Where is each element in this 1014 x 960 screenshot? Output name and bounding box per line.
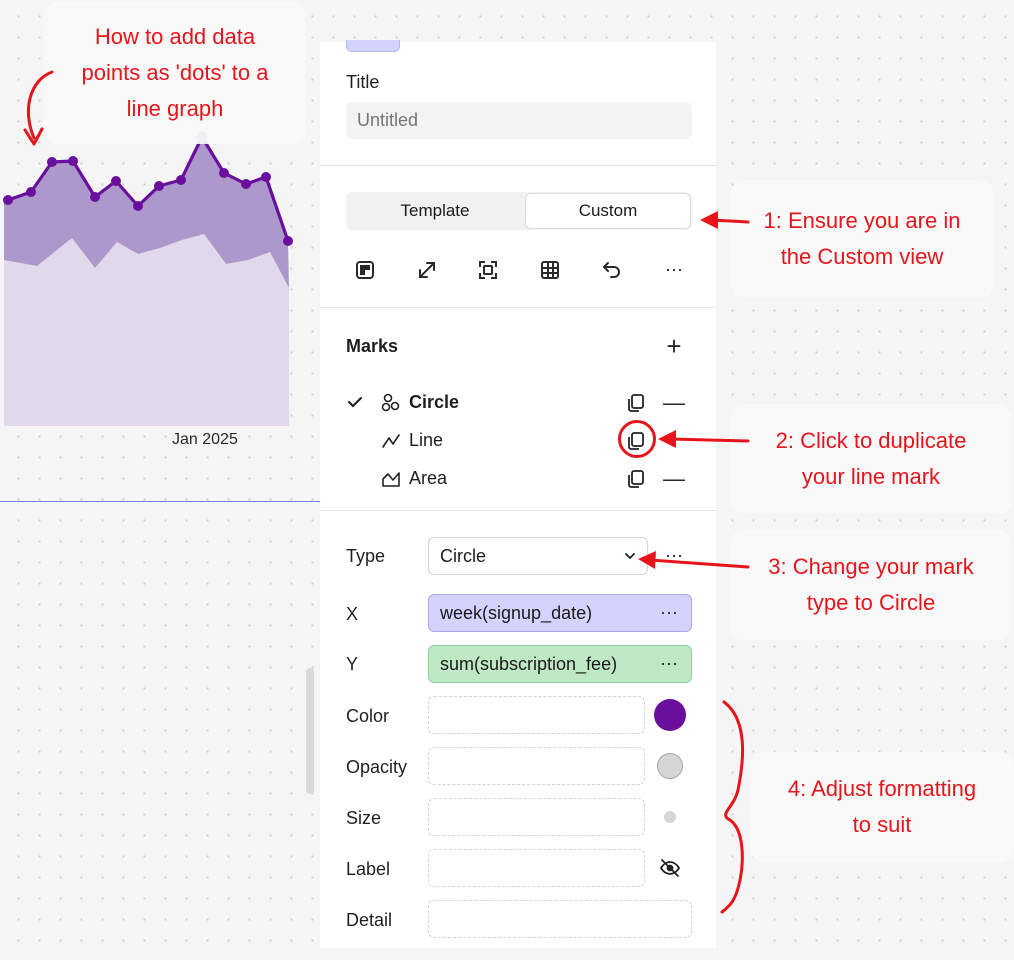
brace <box>720 700 745 914</box>
annotation-arrows <box>638 211 750 914</box>
